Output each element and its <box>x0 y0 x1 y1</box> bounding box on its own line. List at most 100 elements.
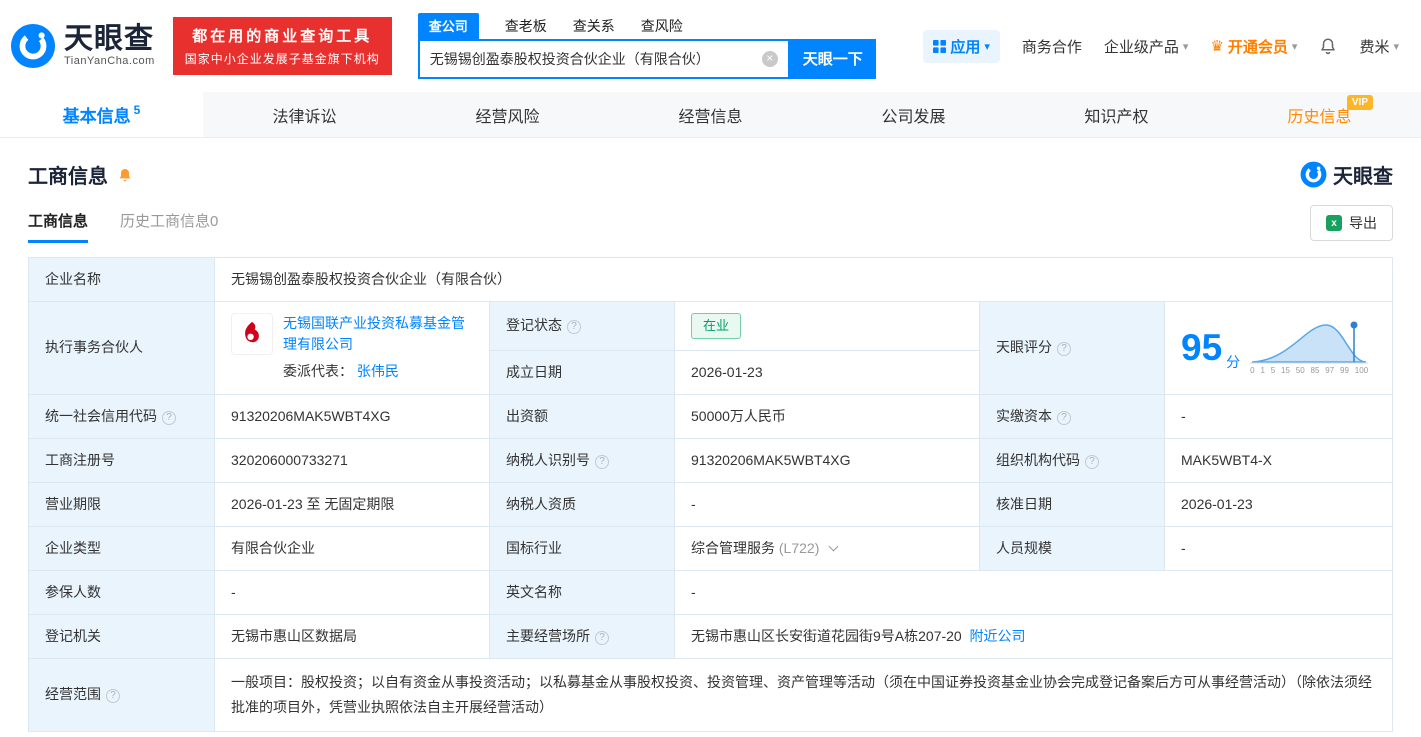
watermark-logo: 天眼查 <box>1300 160 1393 189</box>
insured-value: - <box>214 569 490 615</box>
search-tab-risk[interactable]: 查风险 <box>641 16 683 39</box>
label-text: 组织机构代码 <box>996 451 1080 468</box>
help-icon[interactable] <box>595 454 609 469</box>
partner-company-logo <box>231 313 273 356</box>
search-tab-relation[interactable]: 查关系 <box>573 16 615 39</box>
company-type-value: 有限合伙企业 <box>214 525 490 571</box>
reg-status-value: 在业 <box>674 301 980 351</box>
reg-status-label: 登记状态 <box>489 301 675 351</box>
search-button[interactable]: 天眼一下 <box>789 38 876 79</box>
chevron-down-icon: ▾ <box>1182 40 1189 53</box>
address-text: 无锡市惠山区长安街道花园街9号A栋207-20 <box>691 627 962 644</box>
table-row: 统一社会信用代码 91320206MAK5WBT4XG 出资额 50000万人民… <box>28 393 1393 439</box>
apps-menu[interactable]: 应用 ▾ <box>923 29 1000 63</box>
section-header: 工商信息 天眼查 <box>28 160 1393 189</box>
monitor-bell-icon[interactable] <box>117 167 133 183</box>
org-code-label: 组织机构代码 <box>979 437 1165 483</box>
tab-label: 公司发展 <box>881 108 946 126</box>
org-code-value: MAK5WBT4-X <box>1164 437 1393 483</box>
detail-tabbar: 基本信息 5 法律诉讼 经营风险 经营信息 公司发展 知识产权 历史信息 VIP <box>0 92 1421 138</box>
brand-domain: TianYanCha.com <box>64 55 155 68</box>
business-info-table: 企业名称 无锡锡创盈泰股权投资合伙企业（有限合伙） 执行事务合伙人 无锡国联产业… <box>28 257 1393 732</box>
status-badge: 在业 <box>691 313 742 339</box>
user-menu[interactable]: 费米 ▾ <box>1359 36 1399 57</box>
subtab-business-info[interactable]: 工商信息 <box>28 210 89 243</box>
table-row: 营业期限 2026-01-23 至 无固定期限 纳税人资质 - 核准日期 202… <box>28 481 1393 527</box>
search-tab-boss[interactable]: 查老板 <box>505 16 547 39</box>
tab-basic-info[interactable]: 基本信息 5 <box>0 92 203 137</box>
username: 费米 <box>1359 38 1390 56</box>
capital-label: 出资额 <box>489 393 675 439</box>
credit-code-label: 统一社会信用代码 <box>28 393 215 439</box>
tab-history-info[interactable]: 历史信息 VIP <box>1218 92 1421 137</box>
table-row: 登记机关 无锡市惠山区数据局 主要经营场所 无锡市惠山区长安街道花园街9号A栋2… <box>28 613 1393 659</box>
promo-line2: 国家中小企业发展子基金旗下机构 <box>184 52 380 66</box>
table-row: 参保人数 - 英文名称 - <box>28 569 1393 615</box>
help-icon[interactable] <box>1057 410 1071 425</box>
help-icon[interactable] <box>162 410 176 425</box>
crown-icon: ♛ <box>1210 38 1224 55</box>
reg-authority-value: 无锡市惠山区数据局 <box>214 613 490 659</box>
reg-number-value: 320206000733271 <box>214 437 490 483</box>
main-content: 工商信息 天眼查 工商信息 历史工商信息0 导出 <box>0 160 1421 732</box>
label-text: 登记状态 <box>506 317 562 334</box>
label-text: 主要经营场所 <box>506 627 590 644</box>
score-cell: 95 分 0 1 5 15 50 85 97 99 100 <box>1164 301 1393 395</box>
business-scope-label: 经营范围 <box>28 657 215 732</box>
business-scope-value: 一般项目：股权投资；以自有资金从事投资活动；以私募基金从事股权投资、投资管理、资… <box>214 657 1393 732</box>
tab-operation-info[interactable]: 经营信息 <box>609 92 812 137</box>
nav-enterprise[interactable]: 企业级产品 ▾ <box>1104 36 1189 57</box>
header: 天眼查 TianYanCha.com 都在用的商业查询工具 国家中小企业发展子基… <box>0 0 1421 92</box>
partner-company-link[interactable]: 无锡国联产业投资私募基金管理有限公司 <box>283 315 465 352</box>
export-label: 导出 <box>1349 215 1377 231</box>
search-area: 查公司 查老板 查关系 查风险 天眼一下 <box>417 12 876 79</box>
delegate-link[interactable]: 张伟民 <box>357 363 399 379</box>
export-button[interactable]: 导出 <box>1310 205 1393 241</box>
chevron-down-icon: ▾ <box>984 40 990 53</box>
top-navigation: 应用 ▾ 商务合作 企业级产品 ▾ ♛ 开通会员 ▾ 费米 ▾ <box>923 29 1399 63</box>
taxpayer-id-value: 91320206MAK5WBT4XG <box>674 437 980 483</box>
promo-line1: 都在用的商业查询工具 <box>192 28 373 45</box>
score-distribution-chart: 0 1 5 15 50 85 97 99 100 <box>1250 318 1369 377</box>
table-row: 企业名称 无锡锡创盈泰股权投资合伙企业（有限合伙） <box>28 257 1393 302</box>
staff-size-label: 人员规模 <box>979 525 1165 571</box>
help-icon[interactable] <box>106 689 120 704</box>
tab-operation-risk[interactable]: 经营风险 <box>406 92 609 137</box>
capital-value: 50000万人民币 <box>674 393 980 439</box>
help-icon[interactable] <box>595 630 609 645</box>
chevron-down-icon[interactable] <box>828 541 839 551</box>
address-label: 主要经营场所 <box>489 613 675 659</box>
search-input[interactable] <box>429 50 762 67</box>
paid-capital-label: 实缴资本 <box>979 393 1165 439</box>
nav-open-vip[interactable]: ♛ 开通会员 ▾ <box>1210 36 1297 57</box>
approve-date-label: 核准日期 <box>979 481 1165 527</box>
subtab-history-business-info[interactable]: 历史工商信息0 <box>120 210 218 243</box>
help-icon[interactable] <box>567 320 581 335</box>
search-tab-company[interactable]: 查公司 <box>417 12 479 39</box>
tab-count: 5 <box>133 102 141 117</box>
help-icon[interactable] <box>1085 454 1099 469</box>
tab-label: 历史信息 <box>1287 108 1352 126</box>
nav-cooperation[interactable]: 商务合作 <box>1022 36 1082 57</box>
clear-icon[interactable] <box>761 50 778 67</box>
table-row: 工商注册号 320206000733271 纳税人识别号 91320206MAK… <box>28 437 1393 483</box>
label-text: 纳税人识别号 <box>506 451 590 468</box>
english-name-value: - <box>674 569 1393 615</box>
tab-intellectual-property[interactable]: 知识产权 <box>1015 92 1218 137</box>
tab-legal[interactable]: 法律诉讼 <box>203 92 406 137</box>
tianyancha-logo[interactable]: 天眼查 TianYanCha.com <box>10 23 155 69</box>
nearby-companies-link[interactable]: 附近公司 <box>970 628 1026 644</box>
score-unit: 分 <box>1226 354 1241 371</box>
industry-value: 综合管理服务 (L722) <box>674 525 980 571</box>
tab-company-development[interactable]: 公司发展 <box>812 92 1015 137</box>
insured-label: 参保人数 <box>28 569 215 615</box>
subtabs: 工商信息 历史工商信息0 导出 <box>28 205 1393 243</box>
industry-code: (L722) <box>778 539 820 556</box>
tianyancha-logo-icon <box>1300 161 1327 188</box>
help-icon[interactable] <box>1057 342 1071 357</box>
industry-name: 综合管理服务 <box>691 539 775 556</box>
delegate-label: 委派代表： <box>283 363 353 380</box>
taxpayer-quality-value: - <box>674 481 980 527</box>
english-name-label: 英文名称 <box>489 569 675 615</box>
notification-bell-icon[interactable] <box>1319 37 1337 55</box>
